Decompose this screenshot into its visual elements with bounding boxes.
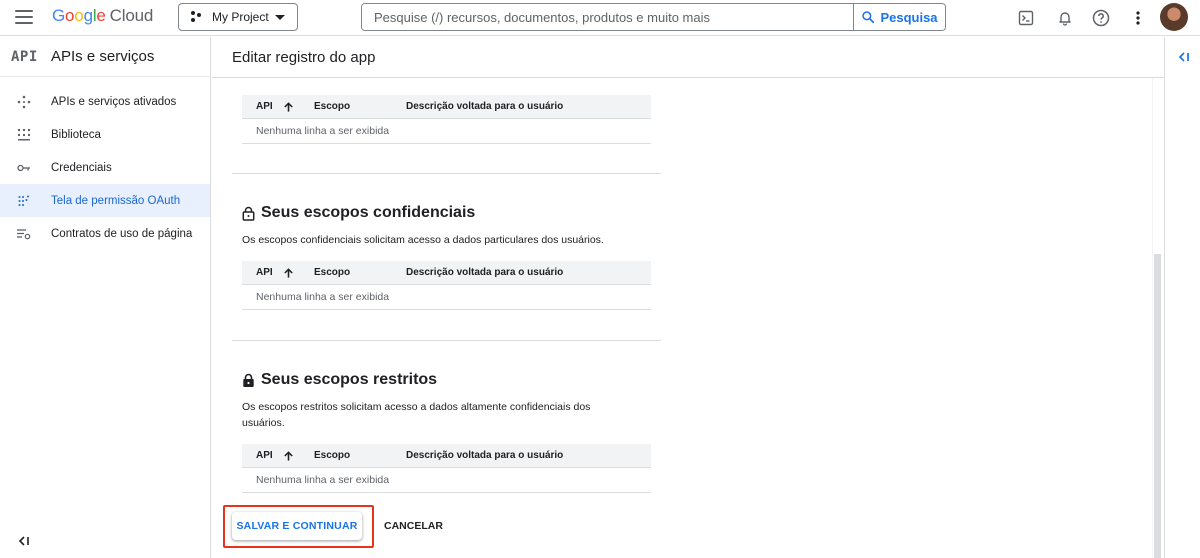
sidebar-item-label: Credenciais: [51, 161, 112, 174]
restricted-scopes-description: Os escopos restritos solicitam acesso a …: [242, 401, 591, 429]
arrow-up-icon: [283, 267, 293, 278]
column-header-description: Descrição voltada para o usuário: [406, 267, 564, 278]
oauth-dots-icon: [17, 194, 31, 208]
cancel-button[interactable]: CANCELAR: [376, 512, 451, 540]
sensitive-scopes-table: API Escopo Descrição voltada para o usuá…: [242, 261, 651, 310]
sidebar-item-oauth-consent[interactable]: Tela de permissão OAuth: [0, 184, 210, 217]
sidebar-item-page-agreements[interactable]: Contratos de uso de página: [0, 217, 210, 250]
apis-diamond-icon: [17, 95, 31, 109]
project-dots-icon: [191, 10, 205, 24]
sensitive-scopes-title: Seus escopos confidenciais: [242, 204, 475, 222]
help-icon[interactable]: [1091, 8, 1111, 28]
sidebar-item-credentials[interactable]: Credenciais: [0, 151, 210, 184]
table-header: API Escopo Descrição voltada para o usuá…: [242, 261, 651, 285]
restricted-scopes-title: Seus escopos restritos: [242, 371, 437, 389]
arrow-up-icon: [283, 450, 293, 461]
section-divider: [232, 173, 661, 174]
sidebar: API APIs e serviços APIs e serviços ativ…: [0, 37, 211, 558]
table-empty-row: Nenhuma linha a ser exibida: [242, 285, 651, 310]
top-bar: GoogleCloud My Project Pesquisa: [0, 0, 1200, 36]
api-logo: API: [11, 48, 38, 65]
page-title: Editar registro do app: [212, 37, 1164, 78]
google-cloud-logo[interactable]: Google Cloud: [52, 6, 153, 26]
sidebar-title: APIs e serviços: [51, 48, 155, 65]
bell-icon[interactable]: [1055, 8, 1075, 28]
library-grid-icon: [17, 128, 31, 142]
section-divider: [232, 340, 661, 341]
sidebar-item-label: Biblioteca: [51, 128, 101, 141]
sidebar-header: API APIs e serviços: [0, 37, 210, 77]
column-header-scope: Escopo: [314, 267, 351, 278]
collapse-sidebar-icon[interactable]: [17, 534, 31, 548]
column-header-description: Descrição voltada para o usuário: [406, 450, 564, 461]
search-bar: Pesquisa: [361, 3, 946, 31]
chevron-down-icon: [275, 14, 285, 20]
column-header-api[interactable]: API: [242, 101, 314, 113]
column-header-description: Descrição voltada para o usuário: [406, 101, 564, 112]
save-and-continue-button[interactable]: SALVAR E CONTINUAR: [232, 512, 362, 540]
sidebar-item-apis-enabled[interactable]: APIs e serviços ativados: [0, 85, 210, 118]
sidebar-nav: APIs e serviços ativados Biblioteca Cred…: [0, 85, 210, 250]
more-vert-icon[interactable]: [1128, 8, 1148, 28]
search-button[interactable]: Pesquisa: [853, 4, 945, 30]
avatar[interactable]: [1160, 3, 1188, 31]
project-name: My Project: [212, 10, 269, 24]
page-settings-icon: [17, 227, 31, 241]
table-header: API Escopo Descrição voltada para o usuá…: [242, 444, 651, 468]
table-empty-row: Nenhuma linha a ser exibida: [242, 119, 651, 144]
search-button-label: Pesquisa: [880, 9, 938, 25]
lock-open-outline-icon: [242, 206, 255, 221]
sidebar-item-label: Tela de permissão OAuth: [51, 194, 181, 207]
terminal-icon[interactable]: [1016, 8, 1036, 28]
sidebar-item-library[interactable]: Biblioteca: [0, 118, 210, 151]
search-input[interactable]: [362, 4, 853, 30]
scrollbar-thumb[interactable]: [1154, 254, 1161, 558]
arrow-up-icon: [283, 101, 293, 112]
restricted-scopes-table: API Escopo Descrição voltada para o usuá…: [242, 444, 651, 493]
sensitive-scopes-description: Os escopos confidenciais solicitam acess…: [242, 234, 604, 246]
search-icon: [862, 11, 875, 24]
right-panel-rail: [1164, 37, 1200, 558]
lock-icon: [243, 373, 254, 387]
nonsensitive-scopes-table: API Escopo Descrição voltada para o usuá…: [242, 95, 651, 144]
sidebar-item-label: APIs e serviços ativados: [51, 95, 177, 108]
main-content: API Escopo Descrição voltada para o usuá…: [212, 78, 1152, 558]
column-header-api[interactable]: API: [242, 267, 314, 279]
project-selector[interactable]: My Project: [178, 3, 298, 31]
sidebar-item-label: Contratos de uso de página: [51, 227, 193, 240]
column-header-api[interactable]: API: [242, 450, 314, 462]
column-header-scope: Escopo: [314, 450, 351, 461]
main-menu-icon[interactable]: [15, 10, 33, 24]
expand-panel-icon[interactable]: [1177, 50, 1191, 64]
table-header: API Escopo Descrição voltada para o usuá…: [242, 95, 651, 119]
key-icon: [17, 161, 31, 175]
table-empty-row: Nenhuma linha a ser exibida: [242, 468, 651, 493]
column-header-scope: Escopo: [314, 101, 351, 112]
